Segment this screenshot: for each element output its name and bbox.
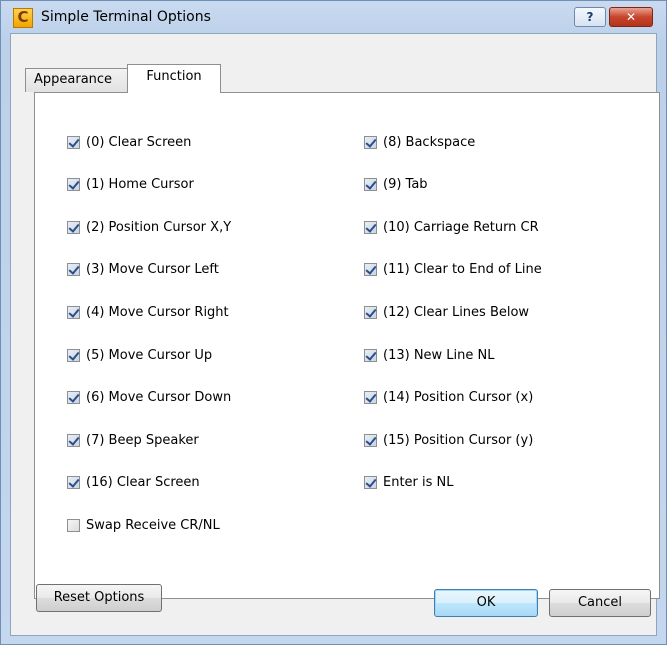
option-8-backspace[interactable]: (8) Backspace bbox=[364, 133, 475, 151]
window-title: Simple Terminal Options bbox=[41, 9, 211, 25]
checkbox-label: (4) Move Cursor Right bbox=[86, 304, 229, 320]
checkbox[interactable] bbox=[67, 135, 80, 149]
checkbox[interactable] bbox=[364, 348, 377, 362]
checkbox-label: (16) Clear Screen bbox=[86, 475, 200, 491]
checkbox[interactable] bbox=[67, 433, 80, 447]
option-11-clear-to-end-of-line[interactable]: (11) Clear to End of Line bbox=[364, 261, 542, 279]
checkbox-label: (6) Move Cursor Down bbox=[86, 390, 232, 406]
checkbox[interactable] bbox=[67, 391, 80, 405]
option-9-tab[interactable]: (9) Tab bbox=[364, 176, 428, 194]
option-3-move-cursor-left[interactable]: (3) Move Cursor Left bbox=[67, 261, 219, 279]
option-enter-is-nl[interactable]: Enter is NL bbox=[364, 474, 454, 492]
checkbox[interactable] bbox=[67, 178, 80, 192]
checkbox-label: (13) New Line NL bbox=[383, 347, 495, 363]
checkbox-label: (3) Move Cursor Left bbox=[86, 262, 219, 278]
checkbox-label: (0) Clear Screen bbox=[86, 134, 192, 150]
checkbox[interactable] bbox=[364, 263, 377, 277]
checkbox-label: (12) Clear Lines Below bbox=[383, 304, 530, 320]
checkbox[interactable] bbox=[67, 220, 80, 234]
tab-appearance[interactable]: Appearance bbox=[25, 68, 129, 92]
checkbox-label: Swap Receive CR/NL bbox=[86, 517, 220, 533]
option-12-clear-lines-below[interactable]: (12) Clear Lines Below bbox=[364, 303, 529, 321]
checkbox[interactable] bbox=[67, 263, 80, 277]
option-0-clear-screen[interactable]: (0) Clear Screen bbox=[67, 133, 191, 151]
checkbox[interactable] bbox=[364, 391, 377, 405]
cancel-button[interactable]: Cancel bbox=[549, 589, 651, 617]
option-10-carriage-return-cr[interactable]: (10) Carriage Return CR bbox=[364, 218, 539, 236]
checkbox-label: (7) Beep Speaker bbox=[86, 432, 199, 448]
option-6-move-cursor-down[interactable]: (6) Move Cursor Down bbox=[67, 389, 231, 407]
dialog-client-area: Appearance Function (0) Clear Screen (1) … bbox=[10, 33, 660, 636]
checkbox-label: (2) Position Cursor X,Y bbox=[86, 219, 232, 235]
title-bar[interactable]: C Simple Terminal Options ? ✕ bbox=[1, 1, 666, 33]
checkbox[interactable] bbox=[67, 348, 80, 362]
app-icon: C bbox=[13, 8, 33, 28]
checkbox-label: (1) Home Cursor bbox=[86, 177, 194, 193]
checkbox-label: (14) Position Cursor (x) bbox=[383, 390, 534, 406]
checkbox-label: (15) Position Cursor (y) bbox=[383, 432, 534, 448]
function-tab-panel: (0) Clear Screen (1) Home Cursor (2) Posit… bbox=[34, 92, 660, 599]
checkbox-label: Enter is NL bbox=[383, 475, 454, 491]
option-2-position-cursor-x-y[interactable]: (2) Position Cursor X,Y bbox=[67, 218, 231, 236]
option-14-position-cursor-x[interactable]: (14) Position Cursor (x) bbox=[364, 389, 533, 407]
option-5-move-cursor-up[interactable]: (5) Move Cursor Up bbox=[67, 346, 212, 364]
checkbox-label: (5) Move Cursor Up bbox=[86, 347, 213, 363]
checkbox-label: (10) Carriage Return CR bbox=[383, 219, 539, 235]
ok-button[interactable]: OK bbox=[434, 589, 538, 617]
option-7-beep-speaker[interactable]: (7) Beep Speaker bbox=[67, 431, 199, 449]
checkbox[interactable] bbox=[364, 433, 377, 447]
help-button[interactable]: ? bbox=[574, 7, 606, 27]
close-button[interactable]: ✕ bbox=[609, 7, 653, 27]
checkbox[interactable] bbox=[364, 305, 377, 319]
option-16-clear-screen[interactable]: (16) Clear Screen bbox=[67, 474, 200, 492]
dialog-window: C Simple Terminal Options ? ✕ Appearance… bbox=[0, 0, 667, 645]
checkbox[interactable] bbox=[364, 178, 377, 192]
checkbox-label: (8) Backspace bbox=[383, 134, 476, 150]
checkbox[interactable] bbox=[67, 476, 80, 490]
reset-options-button[interactable]: Reset Options bbox=[36, 584, 162, 612]
checkbox[interactable] bbox=[364, 476, 377, 490]
checkbox[interactable] bbox=[364, 220, 377, 234]
option-swap-receive-cr-nl[interactable]: Swap Receive CR/NL bbox=[67, 516, 220, 534]
option-13-new-line-nl[interactable]: (13) New Line NL bbox=[364, 346, 495, 364]
checkbox-label: (11) Clear to End of Line bbox=[383, 262, 542, 278]
checkbox[interactable] bbox=[364, 135, 377, 149]
option-1-home-cursor[interactable]: (1) Home Cursor bbox=[67, 176, 194, 194]
option-15-position-cursor-y[interactable]: (15) Position Cursor (y) bbox=[364, 431, 533, 449]
checkbox[interactable] bbox=[67, 518, 80, 532]
checkbox-label: (9) Tab bbox=[383, 177, 428, 193]
option-4-move-cursor-right[interactable]: (4) Move Cursor Right bbox=[67, 303, 229, 321]
checkbox[interactable] bbox=[67, 305, 80, 319]
tab-function[interactable]: Function bbox=[127, 64, 221, 93]
